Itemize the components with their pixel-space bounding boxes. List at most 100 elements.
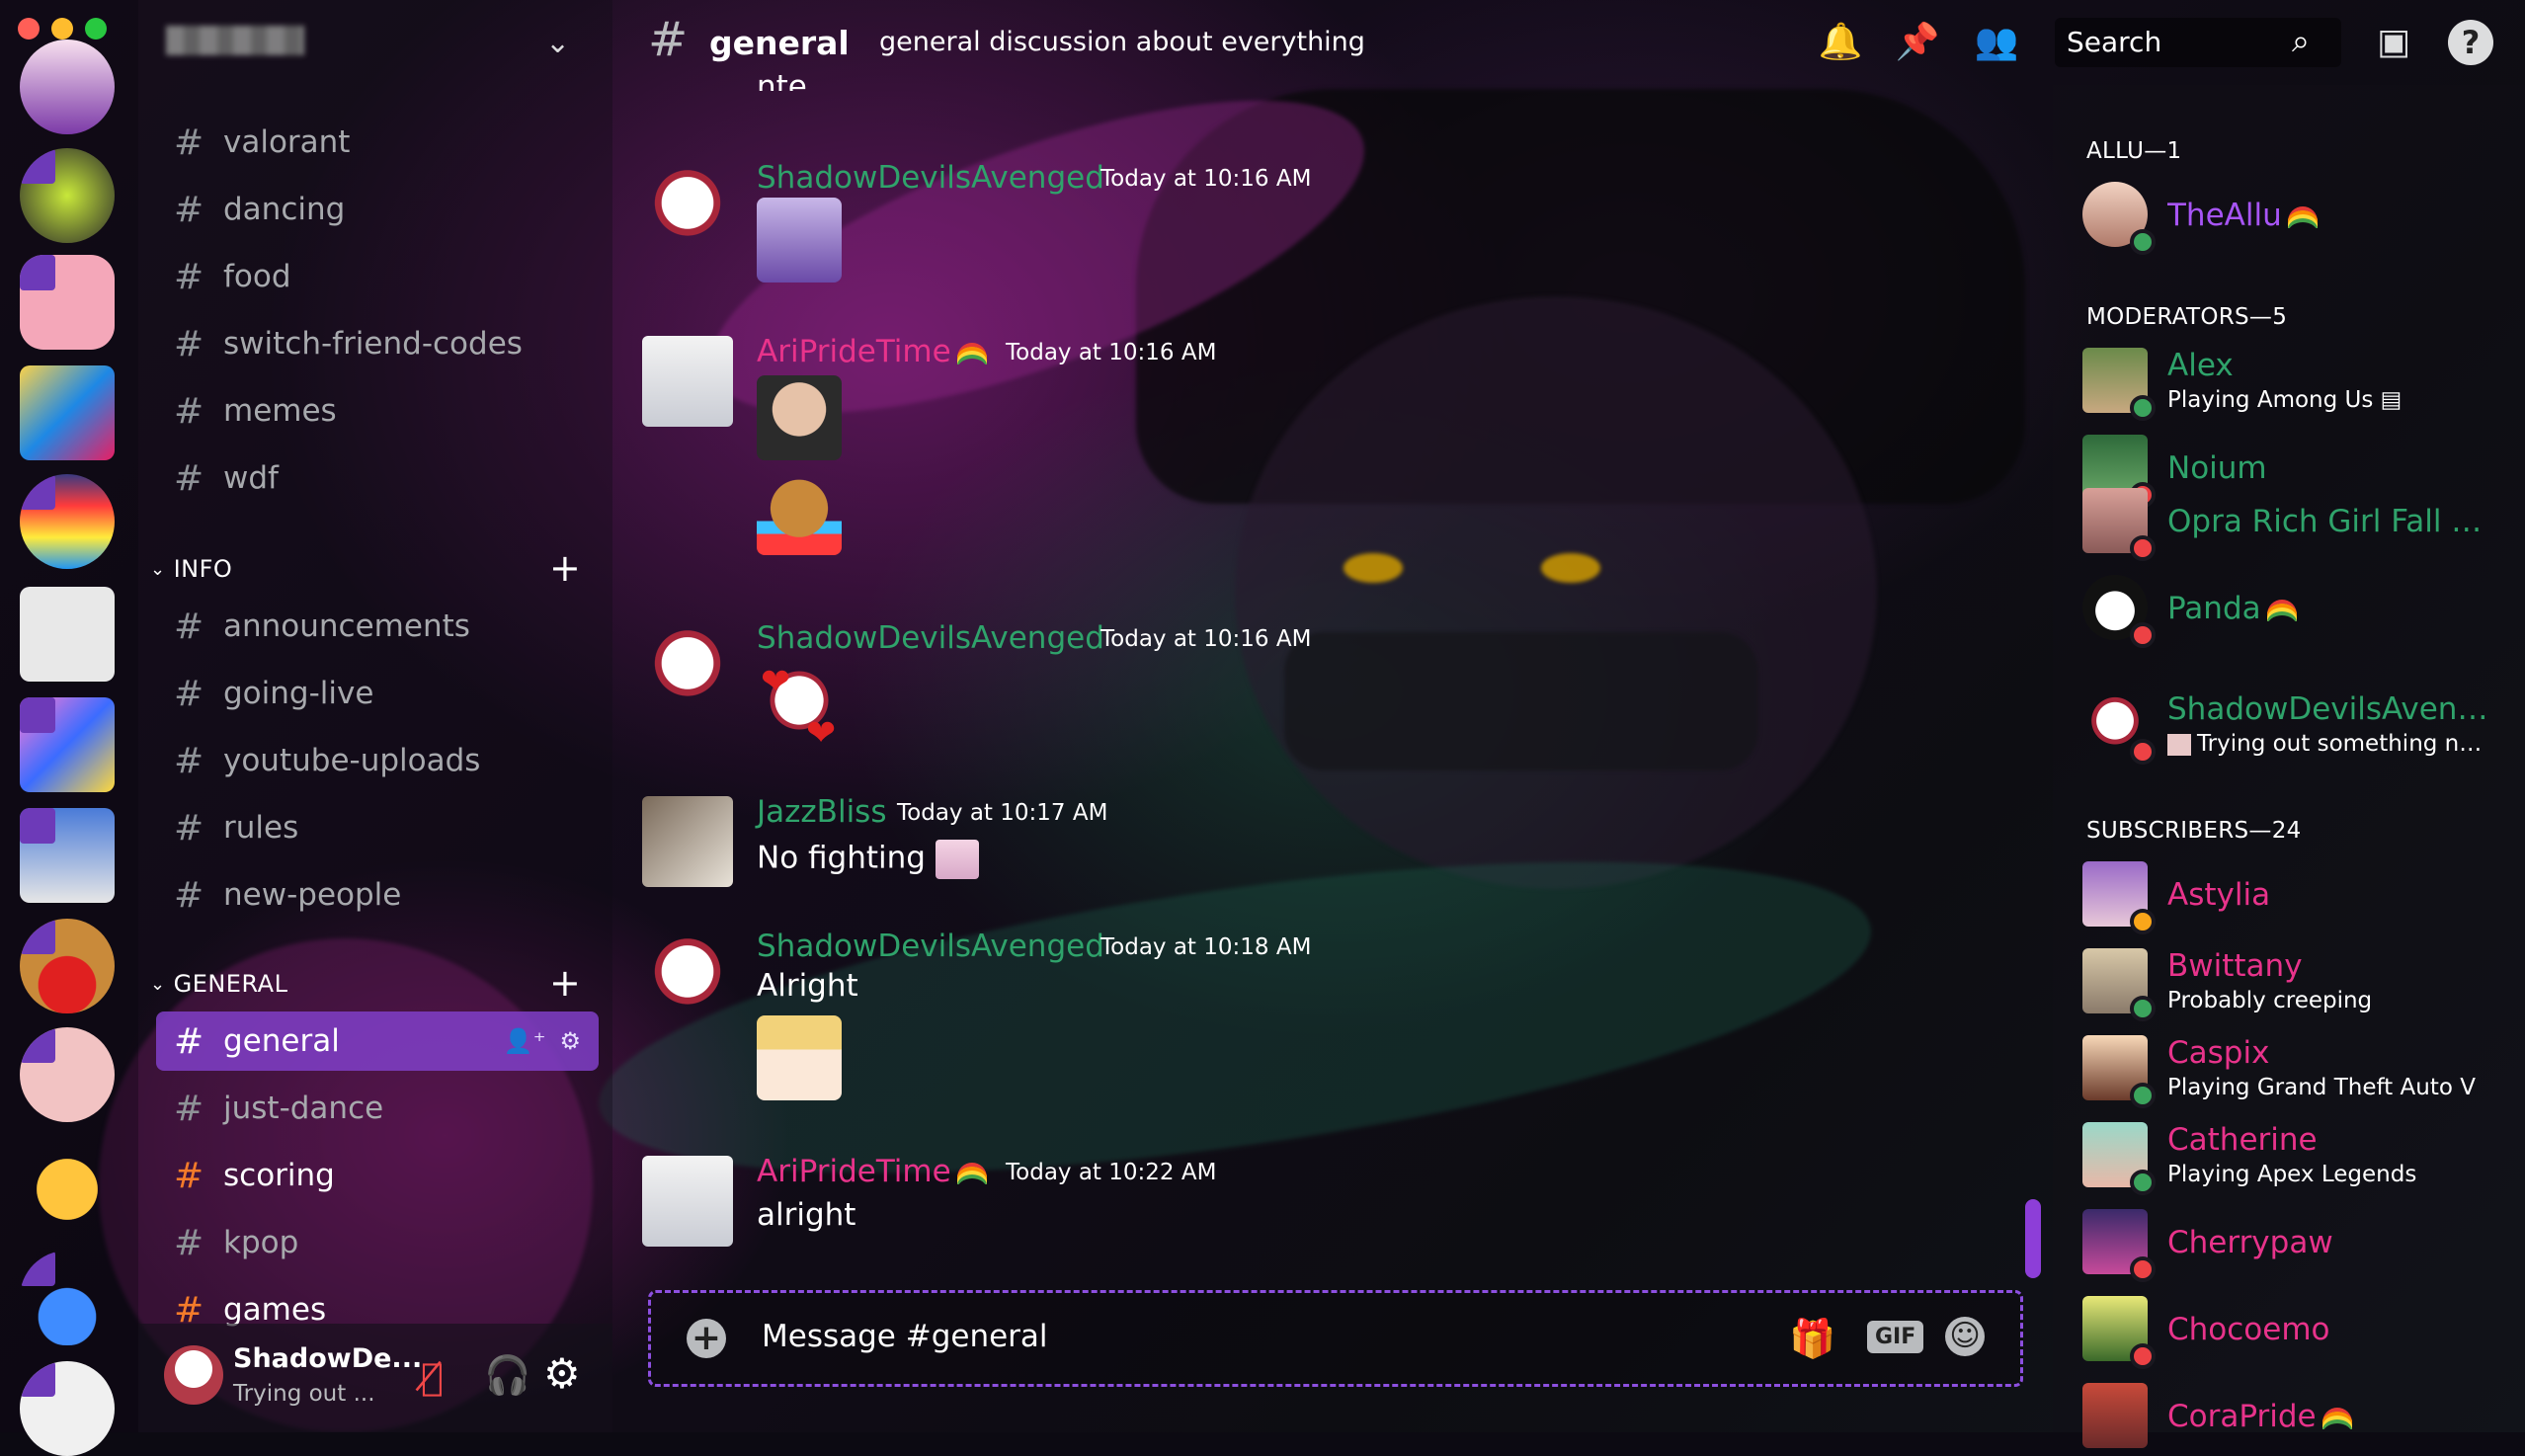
member-item[interactable]: Opra Rich Girl Fall Ve...	[2082, 488, 2517, 561]
upload-plus-icon[interactable]: +	[687, 1319, 726, 1358]
category-info[interactable]: ⌄ INFO	[150, 555, 232, 583]
gear-icon[interactable]: ⚙	[559, 1027, 581, 1055]
member-item[interactable]: CoraPride	[2082, 1383, 2517, 1452]
server-icon[interactable]	[20, 808, 115, 903]
close-window-button[interactable]	[18, 18, 40, 40]
message-input[interactable]: Message #general	[762, 1319, 1048, 1354]
member-name: ShadowDevilsAveng...	[2167, 691, 2493, 727]
member-item[interactable]: Astylia	[2082, 861, 2517, 934]
message-composer[interactable]: + Message #general 🎁 GIF ☺	[648, 1290, 2023, 1387]
server-icon[interactable]	[20, 40, 115, 134]
channel-kpop[interactable]: # kpop	[174, 1215, 298, 1270]
author-avatar[interactable]	[642, 336, 733, 427]
member-item[interactable]: Panda	[2082, 575, 2517, 648]
member-name: Panda	[2167, 591, 2297, 626]
author-avatar[interactable]	[642, 162, 733, 253]
member-item[interactable]: Caspix Playing Grand Theft Auto V	[2082, 1035, 2517, 1108]
member-item[interactable]: Bwittany Probably creeping	[2082, 948, 2517, 1021]
user-avatar[interactable]	[164, 1345, 223, 1405]
server-name-blurred[interactable]	[166, 26, 304, 55]
dnd-status-icon	[2130, 1343, 2156, 1369]
pin-icon[interactable]: 📌	[1895, 20, 1940, 65]
gift-icon[interactable]: 🎁	[1789, 1317, 1835, 1361]
mute-microphone-icon[interactable]: 🎙̸	[421, 1355, 444, 1399]
channel-going-live[interactable]: # going-live	[174, 666, 373, 721]
author-avatar[interactable]	[642, 796, 733, 887]
category-general[interactable]: ⌄ GENERAL	[150, 970, 287, 998]
server-list	[0, 0, 138, 1456]
author-name[interactable]: AriPrideTime	[757, 1154, 987, 1189]
channel-food[interactable]: # food	[174, 249, 291, 304]
caret-down-icon: ⌄	[150, 558, 166, 580]
scrollbar-thumb[interactable]	[2025, 1199, 2041, 1278]
server-icon[interactable]	[20, 255, 115, 350]
hash-icon: #	[174, 390, 204, 432]
member-item[interactable]: Cherrypaw	[2082, 1209, 2517, 1282]
help-icon[interactable]: ?	[2448, 20, 2493, 65]
chevron-down-icon[interactable]: ⌄	[545, 26, 570, 60]
channel-topic[interactable]: general discussion about everything	[879, 27, 1365, 57]
channel-rules[interactable]: # rules	[174, 800, 298, 855]
author-avatar[interactable]	[642, 622, 733, 713]
zoom-window-button[interactable]	[85, 18, 107, 40]
member-item[interactable]: Catherine Playing Apex Legends	[2082, 1122, 2517, 1195]
server-icon[interactable]	[20, 365, 115, 460]
author-name[interactable]: AriPrideTime	[757, 334, 987, 369]
author-name[interactable]: JazzBliss	[757, 794, 886, 830]
channel-scoring[interactable]: # scoring	[174, 1148, 335, 1203]
add-channel-plus-icon[interactable]: +	[549, 549, 581, 587]
minimize-window-button[interactable]	[51, 18, 73, 40]
inbox-icon[interactable]: ▣	[2371, 20, 2416, 65]
channel-just-dance[interactable]: # just-dance	[174, 1081, 383, 1136]
member-name: TheAllu	[2167, 198, 2318, 233]
user-settings-gear-icon[interactable]: ⚙	[543, 1349, 581, 1398]
clipped-text: nte	[757, 69, 807, 91]
idle-status-icon	[2130, 909, 2156, 934]
message-text: No fighting	[757, 840, 979, 879]
server-icon[interactable]	[20, 148, 115, 243]
invite-icon[interactable]: 👤⁺	[504, 1027, 546, 1055]
server-icon[interactable]	[20, 474, 115, 569]
search-input[interactable]: Search ⌕	[2055, 18, 2341, 67]
channel-switch-friend-codes[interactable]: # switch-friend-codes	[174, 316, 523, 371]
channel-general[interactable]: # general 👤⁺ ⚙	[156, 1011, 599, 1071]
emote-image	[757, 470, 842, 555]
gif-button[interactable]: GIF	[1867, 1321, 1924, 1353]
channel-youtube-uploads[interactable]: # youtube-uploads	[174, 733, 480, 788]
emoji-icon[interactable]: ☺	[1945, 1317, 1985, 1356]
server-icon[interactable]	[20, 919, 115, 1013]
server-icon[interactable]	[20, 1251, 115, 1345]
member-name: Cherrypaw	[2167, 1225, 2333, 1260]
channel-new-people[interactable]: # new-people	[174, 867, 401, 923]
channel-valorant[interactable]: # valorant	[174, 115, 350, 170]
bell-icon[interactable]: 🔔	[1818, 20, 1863, 65]
server-icon[interactable]	[20, 1027, 115, 1122]
server-icon[interactable]	[20, 1142, 115, 1237]
headphones-icon[interactable]: 🎧	[484, 1353, 530, 1398]
channel-announcements[interactable]: # announcements	[174, 599, 470, 654]
author-avatar[interactable]	[642, 930, 733, 1021]
channel-title: general	[709, 24, 850, 62]
channel-memes[interactable]: # memes	[174, 383, 337, 439]
author-name[interactable]: ShadowDevilsAvenged	[757, 620, 1104, 656]
channel-label: valorant	[223, 124, 351, 160]
members-icon[interactable]: 👥	[1974, 20, 2019, 65]
user-name[interactable]: ShadowDe...	[233, 1343, 422, 1374]
add-channel-plus-icon[interactable]: +	[549, 964, 581, 1002]
author-avatar[interactable]	[642, 1156, 733, 1247]
channel-dancing[interactable]: # dancing	[174, 182, 345, 237]
server-icon[interactable]	[20, 1361, 115, 1456]
member-item[interactable]: ShadowDevilsAveng... Trying out somethin…	[2082, 691, 2517, 765]
member-item[interactable]: Alex Playing Among Us ▤	[2082, 348, 2517, 421]
search-placeholder: Search	[2067, 26, 2162, 58]
author-name[interactable]: ShadowDevilsAvenged	[757, 160, 1104, 196]
member-name: Caspix	[2167, 1035, 2270, 1071]
server-icon[interactable]	[20, 587, 115, 682]
member-item[interactable]: TheAllu	[2082, 182, 2517, 255]
member-status: Playing Among Us ▤	[2167, 387, 2402, 413]
server-icon[interactable]	[20, 697, 115, 792]
member-status-text: Trying out something ne...	[2197, 731, 2493, 757]
member-item[interactable]: Chocoemo	[2082, 1296, 2517, 1369]
channel-wdf[interactable]: # wdf	[174, 450, 279, 506]
author-name[interactable]: ShadowDevilsAvenged	[757, 929, 1104, 964]
